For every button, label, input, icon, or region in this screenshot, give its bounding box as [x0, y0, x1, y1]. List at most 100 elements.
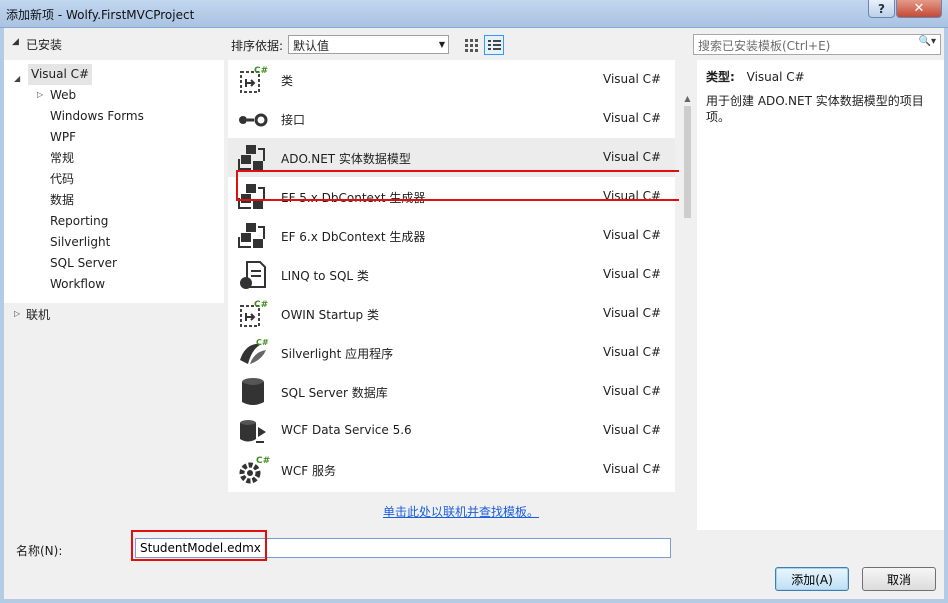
template-row[interactable]: ADO.NET 实体数据模型 Visual C#: [228, 138, 675, 177]
svg-text:C#: C#: [254, 66, 268, 76]
template-tree: ◢ Visual C# ▷ Web Windows Forms WPF 常规 代…: [4, 60, 224, 303]
scroll-thumb[interactable]: [684, 106, 691, 218]
template-language: Visual C#: [603, 72, 662, 86]
expander-icon[interactable]: ◢: [14, 68, 20, 89]
template-row[interactable]: C# WCF 服务 Visual C#: [228, 450, 675, 489]
database-icon: [242, 378, 264, 405]
sort-dropdown[interactable]: 默认值 ▼: [288, 35, 449, 54]
sort-bar: 排序依据: 默认值 ▼: [226, 28, 692, 60]
online-node[interactable]: ▷ 联机: [4, 303, 224, 329]
tree-item-reporting[interactable]: Reporting: [50, 211, 108, 232]
template-description: 用于创建 ADO.NET 实体数据模型的项目项。: [706, 94, 924, 124]
entity-model-icon: [238, 145, 265, 170]
template-row[interactable]: C# OWIN Startup 类 Visual C#: [228, 294, 675, 333]
template-language: Visual C#: [603, 306, 662, 320]
search-box[interactable]: 搜索已安装模板(Ctrl+E) 🔍▾: [693, 34, 941, 55]
silverlight-app-icon: C#: [240, 338, 269, 364]
template-language: Visual C#: [603, 150, 662, 164]
tree-item-silverlight[interactable]: Silverlight: [50, 232, 110, 253]
tree-item-wpf[interactable]: WPF: [50, 127, 76, 148]
template-language: Visual C#: [603, 228, 662, 242]
template-row[interactable]: SQL Server 数据库 Visual C#: [228, 372, 675, 411]
svg-text:C#: C#: [256, 338, 269, 347]
class-icon: C#: [240, 300, 268, 327]
collapse-arrow-icon: ◢: [12, 37, 19, 47]
chevron-down-icon: ▼: [438, 40, 445, 49]
svg-text:C#: C#: [254, 300, 268, 310]
template-row[interactable]: 接口 Visual C#: [228, 99, 675, 138]
template-name: Silverlight 应用程序: [281, 347, 394, 361]
small-icons-view-button[interactable]: [461, 35, 481, 55]
template-row[interactable]: WCF Data Service 5.6 Visual C#: [228, 411, 675, 450]
title-bar: 添加新项 - Wolfy.FirstMVCProject ? ✕: [0, 0, 948, 28]
template-row[interactable]: C# 类 Visual C#: [228, 60, 675, 99]
template-name: 接口: [281, 113, 306, 127]
help-button[interactable]: ?: [868, 0, 895, 18]
class-icon: C#: [240, 66, 268, 93]
template-name: WCF Data Service 5.6: [281, 423, 412, 437]
sort-value: 默认值: [293, 39, 330, 53]
template-language: Visual C#: [603, 189, 662, 203]
template-language: Visual C#: [603, 267, 662, 281]
expander-icon[interactable]: ▷: [14, 303, 20, 324]
details-pane: 类型: Visual C# 用于创建 ADO.NET 实体数据模型的项目项。: [697, 60, 944, 530]
template-name: 类: [281, 74, 294, 88]
template-list-scrollbar[interactable]: ▲ ▼: [679, 92, 696, 519]
add-button[interactable]: 添加(A): [775, 567, 849, 591]
installed-header[interactable]: ◢ 已安装: [4, 28, 224, 60]
cancel-button[interactable]: 取消: [862, 567, 936, 591]
list-view-button[interactable]: [484, 35, 504, 55]
template-row[interactable]: EF 6.x DbContext 生成器 Visual C#: [228, 216, 675, 255]
dbcontext-generator-icon: [238, 184, 265, 209]
dbcontext-generator-icon: [238, 223, 265, 248]
template-name: EF 6.x DbContext 生成器: [281, 230, 426, 244]
template-language: Visual C#: [603, 384, 662, 398]
template-type: 类型: Visual C#: [706, 68, 938, 85]
template-row[interactable]: LINQ to SQL 类 Visual C#: [228, 255, 675, 294]
tree-item-web[interactable]: Web: [50, 85, 76, 106]
type-value: Visual C#: [746, 70, 805, 84]
dialog-client: ◢ 已安装 ◢ Visual C# ▷ Web Windows Forms WP…: [4, 28, 944, 599]
online-label: 联机: [26, 308, 51, 322]
template-name: LINQ to SQL 类: [281, 269, 369, 283]
template-row[interactable]: EF 5.x DbContext 生成器 Visual C#: [228, 177, 675, 216]
list-view-icon: [487, 39, 501, 50]
tree-item-visual-csharp[interactable]: Visual C#: [28, 64, 93, 85]
online-templates-area: 单击此处以联机并查找模板。: [230, 492, 692, 528]
search-icon[interactable]: 🔍▾: [919, 36, 936, 47]
sort-label: 排序依据:: [231, 39, 284, 53]
template-list: C# 类 Visual C# 接口 Visual C# ADO.NET 实体数据…: [228, 60, 675, 492]
name-label: 名称(N):: [16, 544, 63, 558]
search-placeholder: 搜索已安装模板(Ctrl+E): [698, 39, 831, 53]
tree-item-code[interactable]: 代码: [50, 169, 74, 190]
linq-to-sql-icon: [240, 261, 266, 289]
tree-item-workflow[interactable]: Workflow: [50, 274, 105, 295]
template-name: SQL Server 数据库: [281, 386, 388, 400]
installed-label: 已安装: [26, 38, 63, 52]
template-language: Visual C#: [603, 462, 662, 476]
template-language: Visual C#: [603, 111, 662, 125]
template-language: Visual C#: [603, 345, 662, 359]
svg-text:C#: C#: [256, 456, 270, 466]
type-label: 类型:: [706, 70, 735, 84]
interface-icon: [239, 113, 268, 127]
tree-item-sql-server[interactable]: SQL Server: [50, 253, 117, 274]
close-button[interactable]: ✕: [896, 0, 942, 18]
scroll-up-icon[interactable]: ▲: [679, 92, 696, 106]
online-templates-link[interactable]: 单击此处以联机并查找模板。: [383, 505, 539, 519]
template-name: ADO.NET 实体数据模型: [281, 152, 411, 166]
template-language: Visual C#: [603, 423, 662, 437]
tree-item-windows-forms[interactable]: Windows Forms: [50, 106, 144, 127]
name-input[interactable]: [135, 538, 671, 558]
grid-view-icon: [464, 38, 478, 52]
wcf-service-icon: C#: [239, 456, 270, 484]
tree-item-data[interactable]: 数据: [50, 190, 74, 211]
template-name: OWIN Startup 类: [281, 308, 379, 322]
template-name: WCF 服务: [281, 464, 336, 478]
data-service-icon: [240, 420, 266, 443]
template-name: EF 5.x DbContext 生成器: [281, 191, 426, 205]
tree-item-general[interactable]: 常规: [50, 148, 74, 169]
template-row[interactable]: C# Silverlight 应用程序 Visual C#: [228, 333, 675, 372]
expander-icon[interactable]: ▷: [37, 84, 43, 105]
window-title: 添加新项 - Wolfy.FirstMVCProject: [6, 8, 195, 22]
